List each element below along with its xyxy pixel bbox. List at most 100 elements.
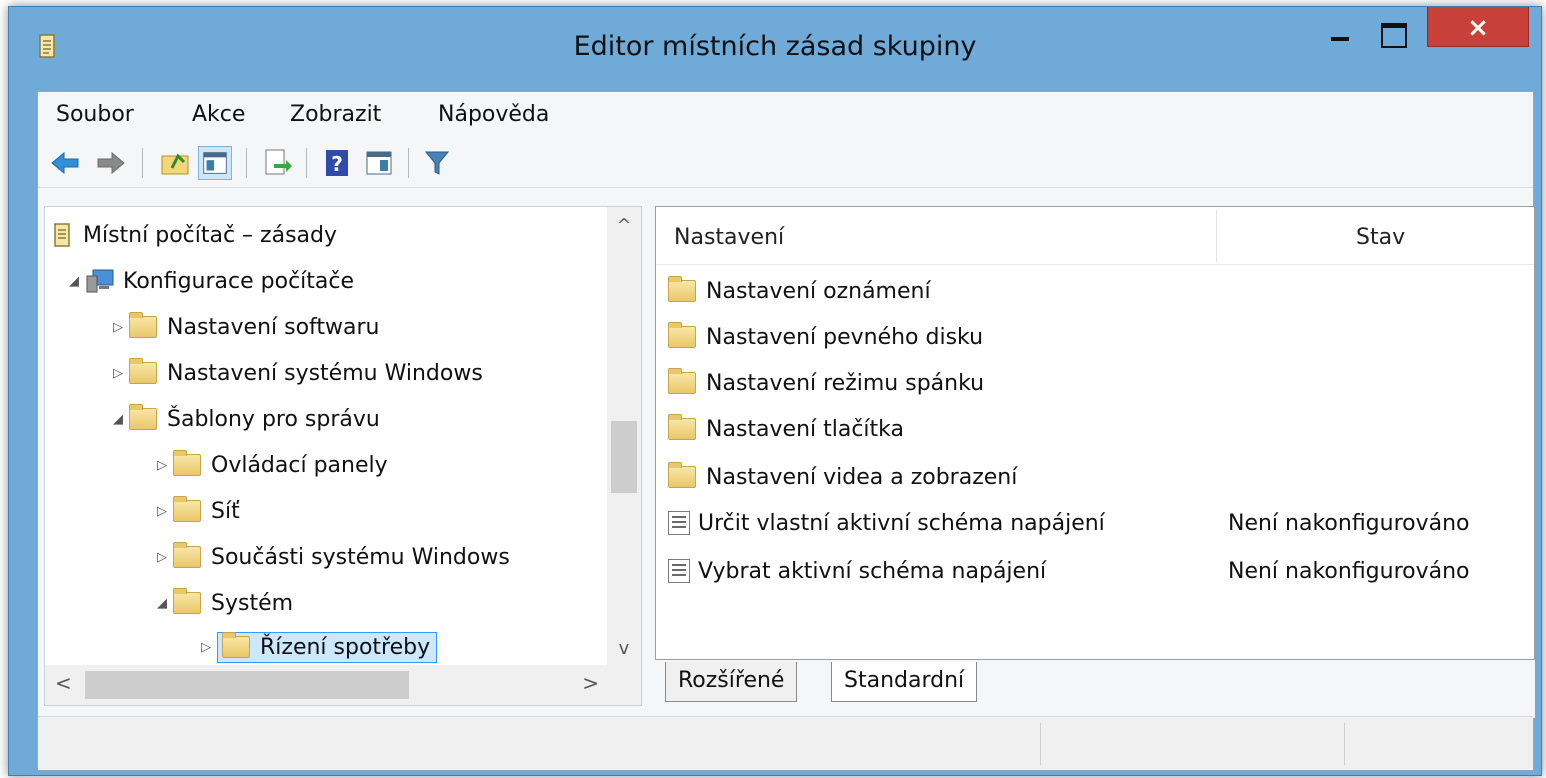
list-item[interactable]: Nastavení pevného disku: [668, 313, 983, 361]
filter-icon[interactable]: [420, 146, 454, 180]
list-header: Nastavení Stav: [656, 207, 1534, 265]
menu-soubor[interactable]: Soubor: [56, 102, 134, 127]
expanded-arrow-icon[interactable]: ◢: [107, 412, 129, 427]
scroll-left-icon[interactable]: <: [55, 671, 72, 695]
list-item[interactable]: Určit vlastní aktivní schéma napájení Ne…: [668, 499, 1470, 547]
tree-root[interactable]: Místní počítač – zásady: [51, 215, 337, 255]
settings-list[interactable]: Nastavení Stav Nastavení oznámení Nastav…: [655, 206, 1535, 660]
forward-arrow-icon[interactable]: [94, 146, 128, 180]
computer-icon: [86, 269, 114, 293]
list-item-label: Určit vlastní aktivní schéma napájení: [698, 510, 1105, 536]
folder-icon: [173, 450, 201, 476]
folder-icon: [173, 496, 201, 522]
tree-label: Šablony pro správu: [167, 406, 380, 432]
collapsed-arrow-icon[interactable]: ▷: [151, 504, 173, 519]
tree-pane[interactable]: Místní počítač – zásady ◢ Konfigurace po…: [44, 206, 642, 706]
toolbar-separator: [408, 148, 409, 178]
list-item[interactable]: Nastavení tlačítka: [668, 405, 904, 453]
folder-icon: [173, 588, 201, 614]
list-item[interactable]: Nastavení videa a zobrazení: [668, 453, 1017, 501]
show-hide-tree-icon[interactable]: [198, 146, 232, 180]
title-bar[interactable]: Editor místních zásad skupiny ×: [9, 7, 1541, 89]
list-item-label: Vybrat aktivní schéma napájení: [698, 558, 1047, 584]
tree-label: Síť: [211, 498, 240, 524]
column-header-state[interactable]: Stav: [1356, 225, 1405, 250]
menu-napoveda[interactable]: Nápověda: [438, 102, 549, 127]
toolbar: ?: [38, 138, 1533, 188]
scroll-thumb[interactable]: [611, 421, 637, 493]
list-item[interactable]: Nastavení oznámení: [668, 267, 931, 315]
folder-icon: [668, 414, 696, 440]
column-header-setting[interactable]: Nastavení: [674, 225, 784, 250]
tree-item-windows-settings[interactable]: ▷ Nastavení systému Windows: [107, 353, 483, 393]
export-list-icon[interactable]: [260, 146, 294, 180]
scroll-up-icon[interactable]: ^: [607, 215, 641, 236]
collapsed-arrow-icon[interactable]: ▷: [195, 640, 217, 655]
scroll-down-icon[interactable]: v: [607, 638, 641, 659]
selected-tree-item[interactable]: Řízení spotřeby: [217, 631, 438, 663]
list-item-status: Není nakonfigurováno: [1228, 510, 1470, 536]
list-item[interactable]: Vybrat aktivní schéma napájení Není nako…: [668, 547, 1470, 595]
policy-setting-icon: [668, 559, 690, 583]
window-title: Editor místních zásad skupiny: [573, 31, 977, 62]
collapsed-arrow-icon[interactable]: ▷: [151, 550, 173, 565]
folder-icon: [668, 322, 696, 348]
list-item-label: Nastavení oznámení: [706, 278, 931, 304]
expanded-arrow-icon[interactable]: ◢: [151, 596, 173, 611]
menu-bar: Soubor Akce Zobrazit Nápověda: [38, 92, 1533, 138]
expanded-arrow-icon[interactable]: ◢: [63, 274, 85, 289]
folder-icon: [668, 368, 696, 394]
tree-label: Systém: [211, 590, 294, 616]
tree-item-konfigurace[interactable]: ◢ Konfigurace počítače: [63, 261, 354, 301]
tree-label: Nastavení systému Windows: [167, 360, 483, 386]
tree-label: Místní počítač – zásady: [83, 222, 338, 248]
tree-item-windows-components[interactable]: ▷ Součásti systému Windows: [151, 537, 510, 577]
minimize-button[interactable]: [1319, 7, 1363, 47]
tree-item-control-panel[interactable]: ▷ Ovládací panely: [151, 445, 388, 485]
tab-standard[interactable]: Standardní: [831, 662, 978, 702]
folder-icon: [668, 276, 696, 302]
folder-icon: [129, 312, 157, 338]
tree-label: Součásti systému Windows: [211, 544, 510, 570]
tree-item-network[interactable]: ▷ Síť: [151, 491, 240, 531]
list-item-label: Nastavení pevného disku: [706, 324, 984, 350]
tree-label: Konfigurace počítače: [123, 268, 355, 294]
status-divider: [1344, 723, 1345, 765]
svg-text:?: ?: [331, 152, 343, 176]
collapsed-arrow-icon[interactable]: ▷: [107, 366, 129, 381]
tab-extended[interactable]: Rozšířené: [665, 662, 798, 702]
collapsed-arrow-icon[interactable]: ▷: [107, 320, 129, 335]
policy-scroll-icon: [54, 223, 70, 247]
tree-label: Řízení spotřeby: [260, 634, 431, 660]
list-item[interactable]: Nastavení režimu spánku: [668, 359, 984, 407]
scroll-right-icon[interactable]: >: [582, 671, 599, 695]
list-item-label: Nastavení tlačítka: [706, 416, 904, 442]
toolbar-separator: [246, 148, 247, 178]
folder-icon: [129, 358, 157, 384]
tree-vertical-scrollbar[interactable]: ^ v: [607, 207, 641, 663]
menu-akce[interactable]: Akce: [192, 102, 245, 127]
policy-setting-icon: [668, 511, 690, 535]
tree-item-admin-templates[interactable]: ◢ Šablony pro správu: [107, 399, 380, 439]
tree-item-software[interactable]: ▷ Nastavení softwaru: [107, 307, 379, 347]
status-bar: [38, 716, 1533, 770]
menu-zobrazit[interactable]: Zobrazit: [290, 102, 381, 127]
view-tabs: Rozšířené Standardní: [655, 660, 1535, 718]
tree-item-power-management[interactable]: ▷ Řízení spotřeby: [195, 627, 438, 667]
show-action-pane-icon[interactable]: [362, 146, 396, 180]
maximize-button[interactable]: [1371, 7, 1421, 48]
scroll-thumb[interactable]: [85, 671, 409, 699]
close-button[interactable]: ×: [1427, 7, 1529, 47]
tree-horizontal-scrollbar[interactable]: < >: [45, 665, 609, 705]
tree-label: Nastavení softwaru: [167, 314, 380, 340]
folder-icon: [668, 462, 696, 488]
help-icon[interactable]: ?: [320, 146, 354, 180]
collapsed-arrow-icon[interactable]: ▷: [151, 458, 173, 473]
up-folder-icon[interactable]: [158, 146, 192, 180]
column-divider[interactable]: [1216, 209, 1217, 263]
list-item-label: Nastavení videa a zobrazení: [706, 464, 1018, 490]
tree-item-system[interactable]: ◢ Systém: [151, 583, 293, 623]
back-arrow-icon[interactable]: [48, 146, 82, 180]
toolbar-separator: [306, 148, 307, 178]
folder-icon: [222, 632, 250, 658]
